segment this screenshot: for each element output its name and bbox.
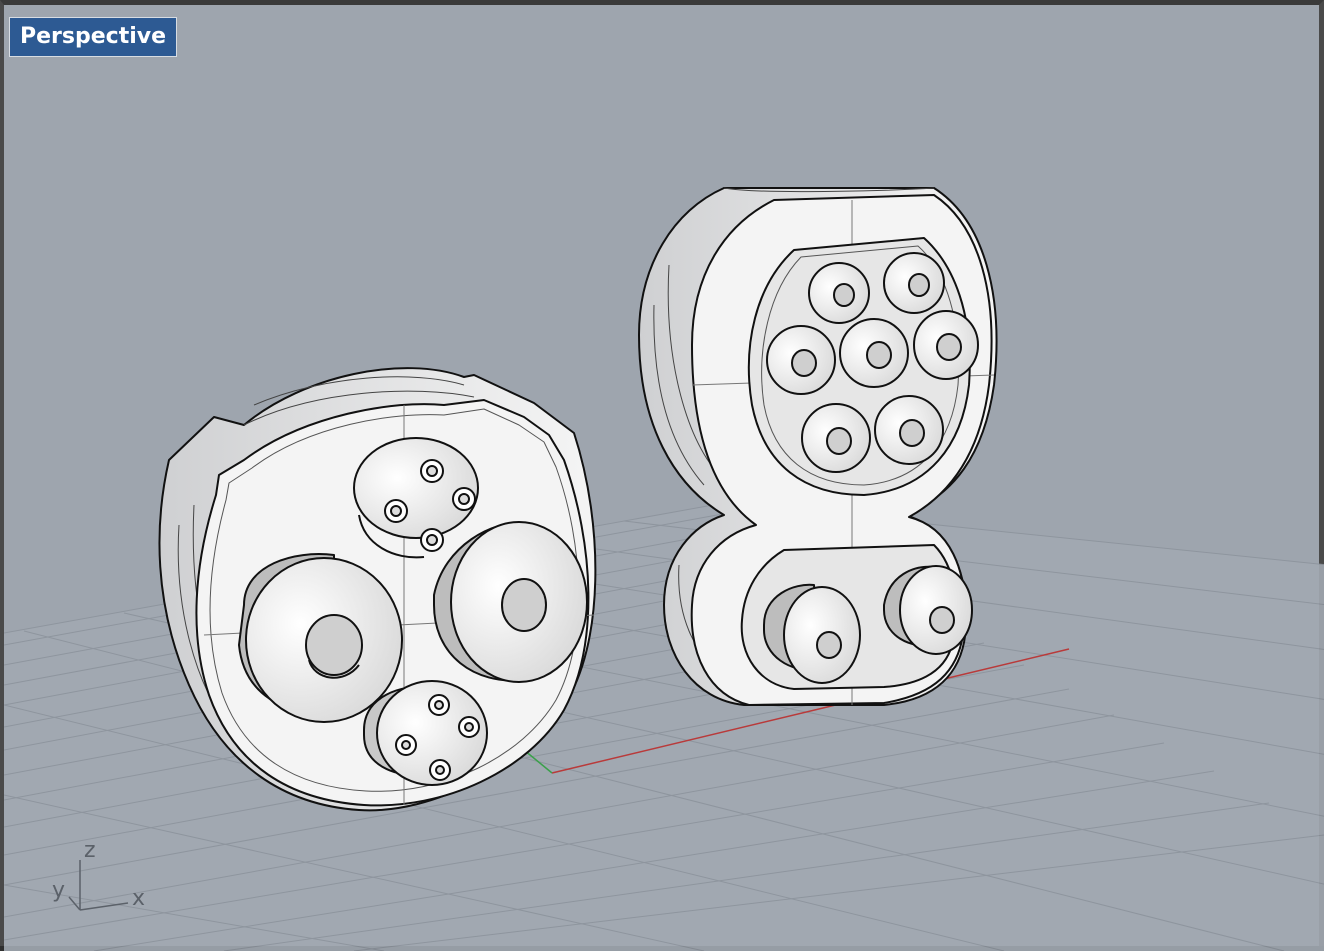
round-socket-model[interactable]: [158, 367, 597, 812]
viewport-canvas[interactable]: z y x: [4, 5, 1324, 951]
axis-gizmo-x-label: x: [132, 886, 145, 911]
axis-gizmo-z-label: z: [84, 838, 96, 863]
axis-gizmo-y-label: y: [52, 878, 65, 903]
ccs-connector-model[interactable]: [638, 187, 998, 706]
rhino-viewport[interactable]: Perspective z y x: [0, 0, 1324, 951]
viewport-tab-perspective[interactable]: Perspective: [9, 17, 178, 57]
